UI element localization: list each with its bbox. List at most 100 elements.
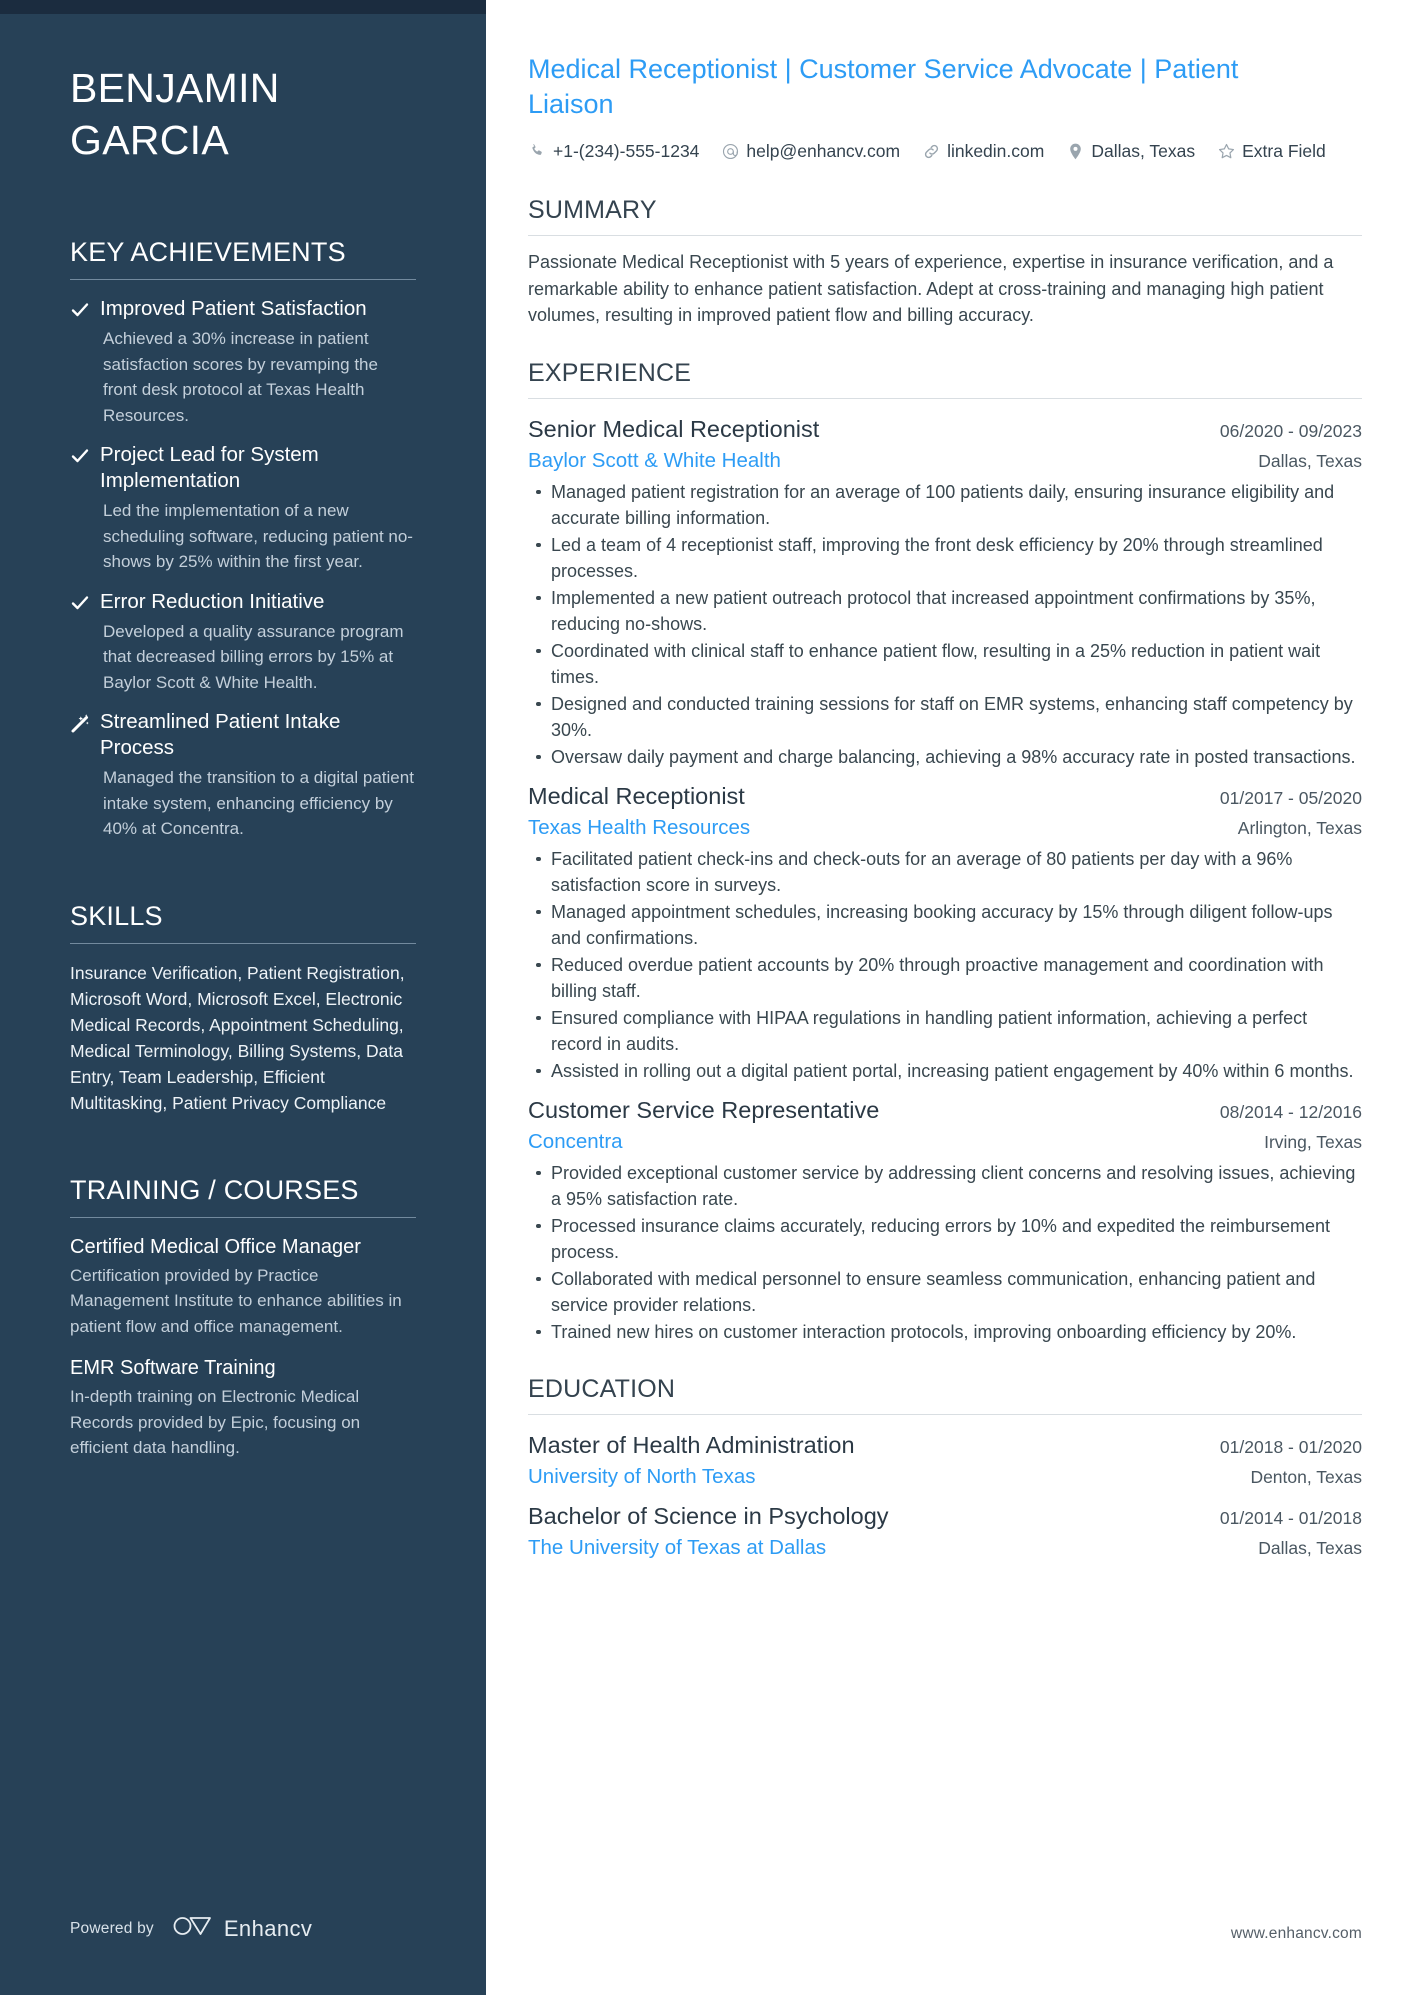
training-courses-heading: TRAINING / COURSES (70, 1174, 359, 1205)
job-bullet: Implemented a new patient outreach proto… (528, 585, 1362, 637)
contact-email[interactable]: help@enhancv.com (721, 136, 900, 166)
section-divider (528, 397, 1362, 399)
job-title: Medical Receptionist (528, 782, 745, 809)
education-entry-title-row: Master of Health Administration 01/2018 … (528, 1428, 1362, 1462)
contact-phone-value: +1-(234)-555-1234 (553, 141, 700, 161)
achievement-title: Error Reduction Initiative (100, 589, 325, 613)
phone-icon (528, 142, 546, 160)
achievement-description: Led the implementation of a new scheduli… (103, 501, 413, 571)
employer-name[interactable]: Texas Health Resources (528, 813, 750, 843)
contact-linkedin[interactable]: linkedin.com (922, 136, 1044, 166)
section-divider (70, 1216, 416, 1218)
website-footer: www.enhancv.com (1230, 1925, 1362, 1942)
school-name[interactable]: The University of Texas at Dallas (528, 1533, 826, 1563)
job-location: Dallas, Texas (1258, 450, 1362, 471)
check-icon (70, 442, 100, 575)
professional-headline: Medical Receptionist | Customer Service … (528, 54, 1239, 119)
contact-extra-field[interactable]: Extra Field (1217, 136, 1326, 166)
section-divider (528, 235, 1362, 236)
contact-info-row: +1-(234)-555-1234 help@enhancv.com linke… (528, 136, 1328, 166)
summary-text: Passionate Medical Receptionist with 5 y… (528, 252, 1334, 325)
job-date-range: 01/2017 - 05/2020 (1219, 787, 1362, 808)
link-icon (922, 142, 940, 160)
achievement-description: Achieved a 30% increase in patient satis… (103, 329, 378, 425)
achievement-item: Project Lead for System Implementation L… (70, 442, 416, 575)
location-pin-icon (1066, 142, 1084, 160)
job-bullet: Ensured compliance with HIPAA regulation… (528, 1005, 1362, 1057)
school-location: Dallas, Texas (1258, 1537, 1362, 1558)
achievement-item: Error Reduction Initiative Developed a q… (70, 589, 416, 696)
job-date-range: 08/2014 - 12/2016 (1219, 1101, 1362, 1122)
experience-entry: Senior Medical Receptionist 06/2020 - 09… (528, 412, 1362, 770)
education-section: EDUCATION Master of Health Administratio… (528, 1373, 1362, 1563)
school-location: Denton, Texas (1250, 1466, 1362, 1487)
job-bullet: Managed appointment schedules, increasin… (528, 899, 1362, 951)
job-bullet-list: Managed patient registration for an aver… (528, 479, 1362, 770)
course-item: Certified Medical Office Manager Certifi… (70, 1234, 416, 1340)
school-name[interactable]: University of North Texas (528, 1462, 755, 1492)
key-achievements-section: KEY ACHIEVEMENTS Improved Patient Satisf… (70, 236, 416, 842)
summary-section: SUMMARY Passionate Medical Receptionist … (528, 194, 1362, 329)
achievement-description: Managed the transition to a digital pati… (103, 768, 414, 838)
section-divider (70, 279, 416, 280)
candidate-first-name: BENJAMIN (70, 65, 280, 111)
achievement-item: Streamlined Patient Intake Process Manag… (70, 709, 416, 842)
contact-location[interactable]: Dallas, Texas (1066, 136, 1195, 166)
enhancv-wordmark: Enhancv (223, 1915, 313, 1941)
powered-by-label: Powered by (70, 1919, 154, 1937)
job-location: Irving, Texas (1264, 1131, 1362, 1152)
sidebar-footer: Powered by Enhancv (0, 1914, 486, 1943)
degree-title: Bachelor of Science in Psychology (528, 1502, 889, 1529)
enhancv-brand: Enhancv (172, 1914, 312, 1943)
job-bullet: Reduced overdue patient accounts by 20% … (528, 952, 1362, 1004)
enhancv-logo-icon (172, 1914, 214, 1943)
experience-entry-org-row: Baylor Scott & White Health Dallas, Texa… (528, 446, 1362, 476)
summary-heading: SUMMARY (528, 196, 657, 224)
experience-entry-title-row: Customer Service Representative 08/2014 … (528, 1093, 1362, 1127)
achievement-title: Improved Patient Satisfaction (100, 297, 367, 320)
degree-date-range: 01/2014 - 01/2018 (1219, 1507, 1362, 1528)
education-entry-org-row: The University of Texas at Dallas Dallas… (528, 1533, 1362, 1563)
course-description: In-depth training on Electronic Medical … (70, 1387, 361, 1457)
degree-date-range: 01/2018 - 01/2020 (1219, 1436, 1362, 1457)
skills-heading: SKILLS (70, 900, 163, 931)
job-bullet-list: Facilitated patient check-ins and check-… (528, 846, 1362, 1084)
course-description: Certification provided by Practice Manag… (70, 1265, 402, 1336)
education-entry-title-row: Bachelor of Science in Psychology 01/201… (528, 1499, 1362, 1533)
section-divider (528, 1413, 1362, 1415)
candidate-name: BENJAMIN GARCIA (70, 62, 416, 166)
achievement-description: Developed a quality assurance program th… (103, 621, 404, 692)
degree-title: Master of Health Administration (528, 1431, 855, 1458)
job-bullet: Assisted in rolling out a digital patien… (528, 1058, 1362, 1084)
job-bullet: Facilitated patient check-ins and check-… (528, 846, 1362, 898)
skills-list: Insurance Verification, Patient Registra… (70, 962, 405, 1113)
course-title: EMR Software Training (70, 1357, 276, 1379)
employer-name[interactable]: Concentra (528, 1127, 623, 1157)
magic-wand-icon (70, 709, 100, 842)
at-email-icon (721, 142, 739, 160)
education-entry-org-row: University of North Texas Denton, Texas (528, 1462, 1362, 1492)
job-bullet: Trained new hires on customer interactio… (528, 1319, 1362, 1345)
job-title: Customer Service Representative (528, 1096, 880, 1123)
experience-entry-org-row: Concentra Irving, Texas (528, 1127, 1362, 1157)
education-entry: Bachelor of Science in Psychology 01/201… (528, 1499, 1362, 1563)
achievement-title: Streamlined Patient Intake Process (100, 710, 341, 759)
check-icon (70, 296, 100, 428)
job-bullet: Provided exceptional customer service by… (528, 1160, 1362, 1212)
job-bullet: Coordinated with clinical staff to enhan… (528, 638, 1362, 690)
training-courses-section: TRAINING / COURSES Certified Medical Off… (70, 1174, 416, 1461)
course-title: Certified Medical Office Manager (70, 1235, 361, 1258)
contact-phone[interactable]: +1-(234)-555-1234 (528, 136, 699, 166)
contact-extra-field-value: Extra Field (1242, 141, 1326, 161)
experience-entry-org-row: Texas Health Resources Arlington, Texas (528, 813, 1362, 843)
experience-entry-title-row: Medical Receptionist 01/2017 - 05/2020 (528, 779, 1362, 813)
star-icon (1217, 142, 1235, 160)
education-entry: Master of Health Administration 01/2018 … (528, 1428, 1362, 1492)
experience-entry: Customer Service Representative 08/2014 … (528, 1093, 1362, 1345)
check-icon (70, 589, 100, 696)
job-bullet: Oversaw daily payment and charge balanci… (528, 744, 1362, 770)
employer-name[interactable]: Baylor Scott & White Health (528, 446, 781, 476)
experience-section: EXPERIENCE Senior Medical Receptionist 0… (528, 357, 1362, 1345)
job-title: Senior Medical Receptionist (528, 415, 820, 442)
experience-heading: EXPERIENCE (528, 358, 692, 387)
